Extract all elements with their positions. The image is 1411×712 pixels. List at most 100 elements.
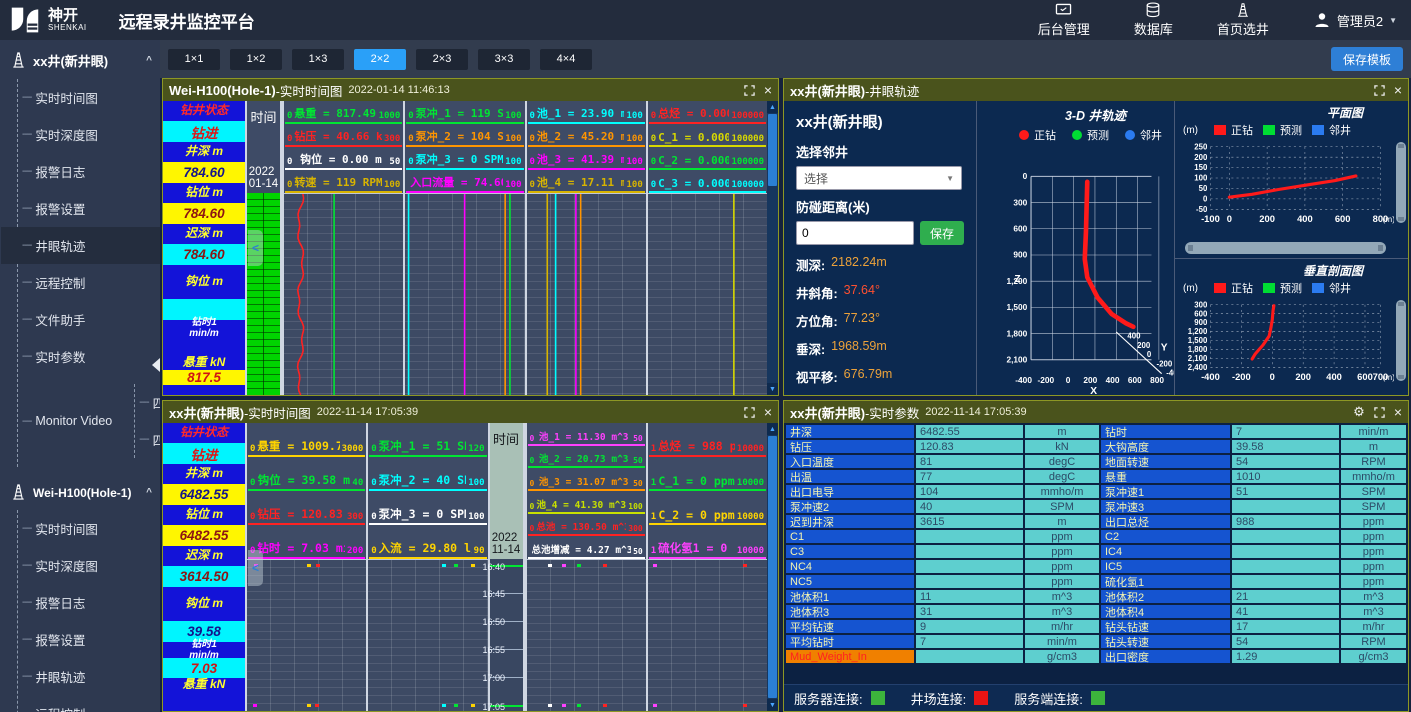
sidebar-item[interactable]: Monitor Video 四楼-3 四楼-4	[18, 375, 160, 467]
curve-name: C_2	[658, 154, 678, 167]
svg-text:-400: -400	[1201, 372, 1220, 382]
close-icon[interactable]: ×	[1394, 83, 1402, 97]
curve-unit: m^3	[615, 545, 631, 556]
panel-header: xx井(新井眼) -实时参数 2022-11-14 17:05:39 ⚙ ×	[784, 401, 1408, 423]
sidebar-item[interactable]: 远程控制	[18, 264, 160, 301]
vertical-section-card: 垂直剖面图 (m) 正钻 预测 邻井	[1175, 259, 1408, 395]
layout-button[interactable]: 4×4	[540, 49, 592, 70]
curve-header: 0 泵冲_2 = 104 SPM 100	[406, 124, 523, 147]
curve-name: C_1	[658, 474, 679, 488]
layout-button[interactable]: 2×2	[354, 49, 406, 70]
scroll-thumb[interactable]	[768, 436, 777, 698]
sidebar-item[interactable]: 实时时间图	[18, 79, 160, 116]
track-plot	[284, 193, 403, 395]
scroll-thumb[interactable]	[768, 114, 777, 186]
nav-item-well-select[interactable]: 首页选井	[1217, 2, 1269, 38]
layout-button[interactable]: 3×3	[478, 49, 530, 70]
curve-name: 泵冲_3	[379, 507, 416, 521]
status-label: 钩位 m	[163, 587, 245, 621]
curve-name: 池_1	[537, 107, 561, 120]
curve-header: 0 钻时 = 7.03 min/m 200	[248, 525, 365, 559]
save-template-button[interactable]: 保存模板	[1331, 47, 1403, 71]
sidebar-item[interactable]: 实时深度图	[18, 116, 160, 153]
legend-item: 邻井	[1125, 127, 1162, 143]
well-name: xx井(新井眼)	[33, 51, 108, 70]
trajectory-info-column: xx井(新井眼) 选择邻井 选择 ▼ 防碰距离(米) 保存 测深: 218	[784, 101, 976, 395]
scroll-down-icon[interactable]: ▼	[767, 699, 778, 711]
neighbor-well-select[interactable]: 选择 ▼	[796, 166, 962, 190]
svg-text:1,500: 1,500	[1006, 302, 1027, 312]
nav-item-admin[interactable]: 后台管理	[1038, 3, 1090, 38]
sidebar-item[interactable]: 井眼轨迹	[1, 227, 160, 264]
sidebar-item[interactable]: 报警日志	[18, 153, 160, 190]
curve-max: 100	[384, 180, 400, 190]
svg-text:2,100: 2,100	[1006, 355, 1027, 365]
vertical-scrollbar[interactable]: ▲ ▼	[767, 101, 778, 395]
sidebar-item[interactable]: 实时参数	[18, 338, 160, 375]
save-button[interactable]: 保存	[920, 221, 964, 245]
status-block: 钻井状态 钻进	[163, 101, 245, 142]
layout-button[interactable]: 1×3	[292, 49, 344, 70]
svg-text:200: 200	[1295, 372, 1311, 382]
anti-collision-input[interactable]	[796, 221, 914, 245]
sidebar-item[interactable]: 远程控制	[18, 695, 160, 712]
curve-max: 10000	[737, 444, 764, 454]
layout-button[interactable]: 2×3	[416, 49, 468, 70]
param-value: 51	[1232, 485, 1339, 498]
expand-icon[interactable]	[744, 85, 755, 96]
expand-icon[interactable]	[744, 407, 755, 418]
sidebar-item[interactable]: 报警设置	[18, 621, 160, 658]
param-unit: ppm	[1025, 575, 1099, 588]
curve-max: 50	[389, 157, 400, 167]
chevron-up-icon[interactable]: ^	[146, 55, 152, 66]
sidebar-collapse-handle[interactable]	[152, 358, 160, 372]
sidebar-item[interactable]: 实时时间图	[18, 510, 160, 547]
sidebar-item[interactable]: 报警日志	[18, 584, 160, 621]
curve-name: 池_2	[539, 454, 560, 465]
sidebar-subitem[interactable]: 四楼-4	[135, 421, 160, 458]
sidebar-well-wei[interactable]: Wei-H100(Hole-1) ^	[0, 473, 160, 510]
curve-name-value: 池_3 = 31.07 m^3	[536, 474, 631, 488]
close-icon[interactable]: ×	[764, 83, 772, 97]
expand-icon[interactable]	[1374, 407, 1385, 418]
curve-header: 0 池_2 = 45.20 m^3 100	[528, 124, 645, 147]
scroll-up-icon[interactable]: ▲	[767, 423, 778, 435]
sidebar-item[interactable]: 文件助手	[18, 301, 160, 338]
sidebar-item[interactable]: 井眼轨迹	[18, 658, 160, 695]
curve-unit: m^3	[609, 500, 626, 511]
expand-icon[interactable]	[1374, 85, 1385, 96]
curve-max: 100	[628, 502, 642, 511]
status-block: 钻井状态 钻进	[163, 423, 245, 464]
scroll-up-icon[interactable]: ▲	[767, 101, 778, 113]
vertical-scrollbar[interactable]	[1396, 300, 1406, 381]
layout-button[interactable]: 1×1	[168, 49, 220, 70]
nav-item-database[interactable]: 数据库	[1134, 2, 1173, 38]
curve-header: 0 泵冲_3 = 0 SPM 100	[369, 491, 486, 525]
user-menu[interactable]: 管理员2 ▼	[1313, 11, 1397, 30]
gear-icon[interactable]: ⚙	[1353, 405, 1365, 419]
horizontal-scrollbar[interactable]	[1185, 242, 1386, 254]
curve-value: 119	[471, 107, 491, 120]
close-icon[interactable]: ×	[1394, 405, 1402, 419]
curve-header: 0 泵冲_2 = 40 SPM 100	[369, 457, 486, 491]
close-icon[interactable]: ×	[764, 405, 772, 419]
sidebar-item[interactable]: 实时深度图	[18, 547, 160, 584]
chart-track: 0 泵冲_1 = 119 SPM 100 0 泵冲_2 = 104 SPM 10…	[403, 101, 524, 395]
chart-collapse-handle[interactable]: <	[248, 550, 263, 586]
chart-collapse-handle[interactable]: <	[248, 230, 263, 266]
chevron-up-icon[interactable]: ^	[146, 487, 152, 498]
chart-track: 0 总烃 = 0.0000 100000 0 C_1 = 0.0000 1000…	[646, 101, 767, 395]
scroll-down-icon[interactable]: ▼	[767, 383, 778, 395]
status-label: 钻位 m	[163, 183, 245, 203]
vertical-scrollbar[interactable]: ▲ ▼	[767, 423, 778, 711]
layout-button[interactable]: 1×2	[230, 49, 282, 70]
vertical-scrollbar[interactable]	[1396, 142, 1406, 223]
sidebar-item[interactable]: 报警设置	[18, 190, 160, 227]
curve-max: 100	[626, 157, 642, 167]
panel-header: xx井(新井眼) -实时时间图 2022-11-14 17:05:39 ×	[163, 401, 778, 423]
nav-label: 后台管理	[1038, 19, 1090, 38]
track-header: 0 池_1 = 23.90 m^3 100 0 池_2 = 45.20 m^3 …	[527, 101, 646, 193]
param-label: 钻头钻速	[1101, 620, 1230, 633]
sidebar-subitem[interactable]: 四楼-3	[135, 384, 160, 421]
sidebar-well-xx[interactable]: xx井(新井眼) ^	[0, 40, 160, 79]
